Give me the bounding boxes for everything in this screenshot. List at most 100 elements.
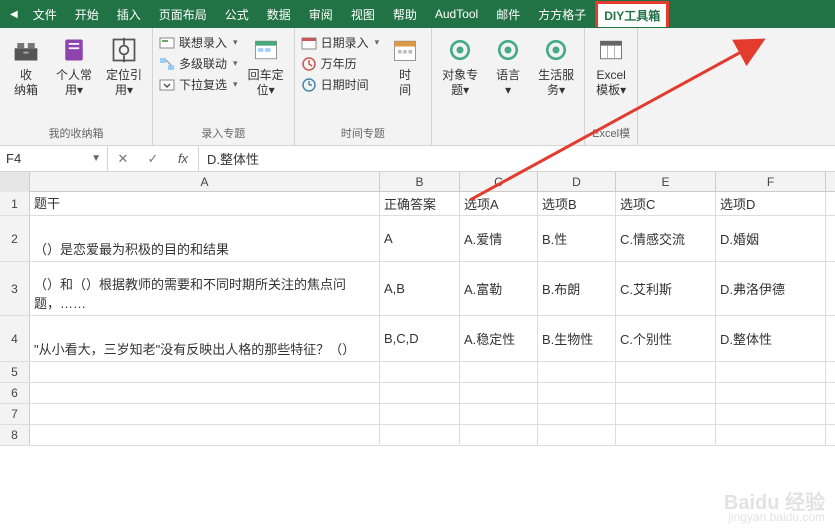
name-box[interactable]: F4 ▼ xyxy=(0,146,108,171)
menu-tab-9[interactable]: AudTool xyxy=(426,1,487,27)
column-header-B[interactable]: B xyxy=(380,172,460,191)
cell[interactable]: B.生物性 xyxy=(538,316,616,361)
table-row: 3（）和（）根据教师的需要和不同时期所关注的焦点问题，……A,BA.富勒B.布朗… xyxy=(0,262,835,316)
cell[interactable]: A,B xyxy=(380,262,460,315)
cell[interactable] xyxy=(30,404,380,424)
cell[interactable]: C.个别性 xyxy=(616,316,716,361)
cancel-button[interactable]: ✕ xyxy=(108,151,138,167)
row-header-6[interactable]: 6 xyxy=(0,383,30,403)
return-locate-button[interactable]: 回车定 位▾ xyxy=(244,32,288,100)
menu-tab-7[interactable]: 视图 xyxy=(342,0,384,29)
menu-tab-2[interactable]: 插入 xyxy=(108,0,150,29)
cell[interactable] xyxy=(30,383,380,403)
cell[interactable]: A xyxy=(380,216,460,261)
cell[interactable]: （）是恋爱最为积极的目的和结果 xyxy=(30,216,380,261)
ribbon-group-label xyxy=(438,139,578,143)
cell[interactable] xyxy=(460,362,538,382)
menu-tab-5[interactable]: 数据 xyxy=(258,0,300,29)
menu-tab-12[interactable]: DIY工具箱 xyxy=(595,1,669,27)
cell[interactable] xyxy=(460,425,538,445)
menu-tab-3[interactable]: 页面布局 xyxy=(150,0,216,29)
cell[interactable] xyxy=(616,425,716,445)
cell[interactable]: B,C,D xyxy=(380,316,460,361)
column-header-D[interactable]: D xyxy=(538,172,616,191)
cell[interactable] xyxy=(616,404,716,424)
cell[interactable]: B.布朗 xyxy=(538,262,616,315)
row-header-8[interactable]: 8 xyxy=(0,425,30,445)
row-header-2[interactable]: 2 xyxy=(0,216,30,261)
cell[interactable]: （）和（）根据教师的需要和不同时期所关注的焦点问题，…… xyxy=(30,262,380,315)
cell[interactable] xyxy=(716,383,826,403)
cell[interactable] xyxy=(460,404,538,424)
confirm-button[interactable]: ✓ xyxy=(138,151,168,167)
object-topic-button[interactable]: 对象专 题▾ xyxy=(438,32,482,100)
menu-tab-4[interactable]: 公式 xyxy=(216,0,258,29)
date-input-button[interactable]: 日期录入▾ xyxy=(301,34,380,51)
row-header-1[interactable]: 1 xyxy=(0,192,30,215)
cell[interactable] xyxy=(616,362,716,382)
language-button[interactable]: 语言 ▾ xyxy=(488,32,528,100)
cell[interactable]: B.性 xyxy=(538,216,616,261)
cell[interactable] xyxy=(380,404,460,424)
cell[interactable]: C.艾利斯 xyxy=(616,262,716,315)
cell[interactable]: D.婚姻 xyxy=(716,216,826,261)
storage-box-button[interactable]: 收 纳箱 xyxy=(6,32,46,100)
cell[interactable] xyxy=(30,362,380,382)
excel-template-button[interactable]: Excel 模板▾ xyxy=(591,32,631,100)
cell[interactable]: 选项B xyxy=(538,192,616,215)
life-service-button[interactable]: 生活服 务▾ xyxy=(534,32,578,100)
cell[interactable]: A.富勒 xyxy=(460,262,538,315)
menu-tab-1[interactable]: 开始 xyxy=(66,0,108,29)
fx-button[interactable]: fx xyxy=(168,151,198,166)
column-header-C[interactable]: C xyxy=(460,172,538,191)
cell[interactable] xyxy=(30,425,380,445)
perpetual-calendar-button[interactable]: 万年历 xyxy=(301,55,380,72)
row-header-7[interactable]: 7 xyxy=(0,404,30,424)
dropdown-reselect-button[interactable]: 下拉复选▾ xyxy=(159,76,238,93)
menu-tab-11[interactable]: 方方格子 xyxy=(529,0,595,29)
column-header-E[interactable]: E xyxy=(616,172,716,191)
cell[interactable]: C.情感交流 xyxy=(616,216,716,261)
cell[interactable] xyxy=(380,362,460,382)
formula-input[interactable]: D.整体性 xyxy=(199,146,835,171)
cell[interactable] xyxy=(380,425,460,445)
date-time-button[interactable]: 日期时间 xyxy=(301,76,380,93)
menu-tab-0[interactable]: 文件 xyxy=(24,0,66,29)
cell[interactable]: 选项D xyxy=(716,192,826,215)
cell[interactable] xyxy=(616,383,716,403)
cell[interactable]: A.稳定性 xyxy=(460,316,538,361)
table-row: 4"从小看大，三岁知老"没有反映出人格的那些特征？（）B,C,DA.稳定性B.生… xyxy=(0,316,835,362)
cell[interactable] xyxy=(538,425,616,445)
select-all-corner[interactable] xyxy=(0,172,30,192)
cell[interactable] xyxy=(716,404,826,424)
cell[interactable] xyxy=(538,404,616,424)
cell[interactable]: D.整体性 xyxy=(716,316,826,361)
cell[interactable]: 选项C xyxy=(616,192,716,215)
menu-tab-10[interactable]: 邮件 xyxy=(487,0,529,29)
column-header-A[interactable]: A xyxy=(30,172,380,191)
cell[interactable]: 题干 xyxy=(30,192,380,215)
menu-tab-6[interactable]: 审阅 xyxy=(300,0,342,29)
cell[interactable] xyxy=(460,383,538,403)
menu-tab-8[interactable]: 帮助 xyxy=(384,0,426,29)
personal-use-button[interactable]: 个人常 用▾ xyxy=(52,32,96,100)
menu-caret-left[interactable]: ◀ xyxy=(4,9,24,20)
cell[interactable]: D.弗洛伊德 xyxy=(716,262,826,315)
multi-cascade-button[interactable]: 多级联动▾ xyxy=(159,55,238,72)
time-button[interactable]: 时 间 xyxy=(385,32,425,100)
locate-ref-button[interactable]: 定位引 用▾ xyxy=(102,32,146,100)
cell[interactable]: 正确答案 xyxy=(380,192,460,215)
cell[interactable] xyxy=(716,425,826,445)
cell[interactable]: A.爱情 xyxy=(460,216,538,261)
cell[interactable] xyxy=(538,383,616,403)
row-header-5[interactable]: 5 xyxy=(0,362,30,382)
row-header-4[interactable]: 4 xyxy=(0,316,30,361)
linked-input-button[interactable]: 联想录入▾ xyxy=(159,34,238,51)
column-header-F[interactable]: F xyxy=(716,172,826,191)
row-header-3[interactable]: 3 xyxy=(0,262,30,315)
cell[interactable]: "从小看大，三岁知老"没有反映出人格的那些特征？（） xyxy=(30,316,380,361)
cell[interactable] xyxy=(716,362,826,382)
cell[interactable] xyxy=(538,362,616,382)
cell[interactable] xyxy=(380,383,460,403)
cell[interactable]: 选项A xyxy=(460,192,538,215)
